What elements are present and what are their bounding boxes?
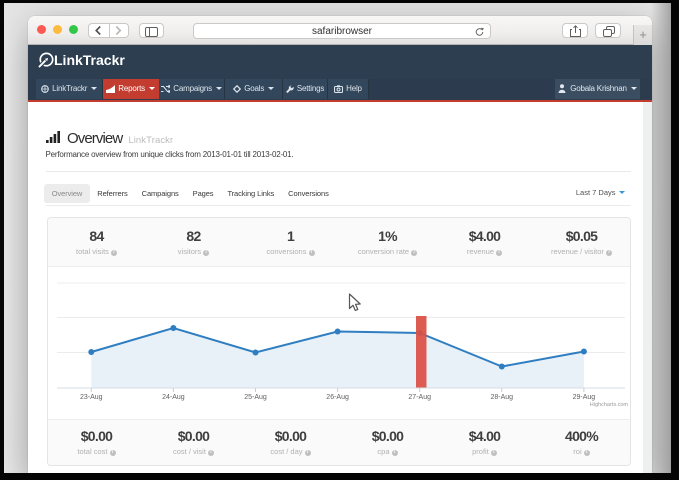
svg-text:25-Aug: 25-Aug xyxy=(244,394,267,401)
svg-text:Highcharts.com: Highcharts.com xyxy=(590,402,629,408)
svg-text:26-Aug: 26-Aug xyxy=(326,394,349,401)
svg-text:28-Aug: 28-Aug xyxy=(491,394,514,401)
svg-text:27-Aug: 27-Aug xyxy=(408,394,431,401)
svg-text:29-Aug: 29-Aug xyxy=(573,394,596,401)
svg-text:24-Aug: 24-Aug xyxy=(162,394,185,401)
svg-text:23-Aug: 23-Aug xyxy=(80,394,103,401)
